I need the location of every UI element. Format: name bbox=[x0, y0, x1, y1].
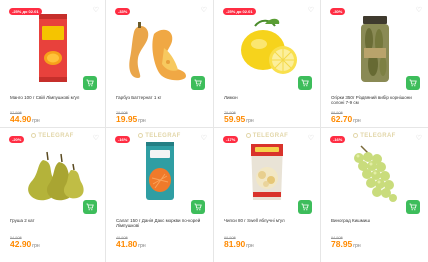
price: 81.90грн bbox=[224, 239, 254, 250]
heart-outline-icon[interactable]: ♡ bbox=[308, 7, 314, 14]
heart-outline-icon[interactable]: ♡ bbox=[308, 135, 314, 142]
product-name[interactable]: Груша 2 кат bbox=[10, 218, 99, 223]
product-name[interactable]: Чипси 80 г Swell яблучні м'ул bbox=[224, 218, 314, 223]
discount-badge: -16% bbox=[115, 136, 131, 143]
discount-badge: -33% bbox=[115, 8, 131, 15]
discount-badge: -25% до 02.01 bbox=[9, 8, 42, 15]
price: 19.95грн bbox=[116, 114, 146, 125]
cart-icon[interactable] bbox=[406, 200, 420, 214]
heart-outline-icon[interactable]: ♡ bbox=[201, 135, 207, 142]
product-name[interactable]: Виноград Кишмиш bbox=[331, 218, 422, 223]
product-card-carrot-salad[interactable]: -16% ♡ TELEGRAF Салат 150 г Данія Дакс м… bbox=[106, 128, 214, 262]
product-card-apple-chips[interactable]: -17% ♡ TELEGRAF Чипси 80 г Swell яблучні… bbox=[214, 128, 321, 262]
product-card-grapes[interactable]: -16% ♡ TELEGRAF Виноград Кишмиш 94.90₴ 7… bbox=[321, 128, 428, 262]
price: 44.90грн bbox=[10, 114, 40, 125]
product-name[interactable]: Лимон bbox=[224, 95, 314, 100]
product-card-butternut-squash[interactable]: -33% ♡ Гарбуз Баттернат 1 кг 29.90₴ 19.9… bbox=[106, 0, 214, 128]
discount-badge: -30% bbox=[330, 8, 346, 15]
heart-outline-icon[interactable]: ♡ bbox=[416, 135, 422, 142]
cart-icon[interactable] bbox=[406, 76, 420, 90]
heart-outline-icon[interactable]: ♡ bbox=[93, 7, 99, 14]
cart-icon[interactable] bbox=[191, 200, 205, 214]
discount-badge: -20% bbox=[9, 136, 25, 143]
cart-icon[interactable] bbox=[298, 200, 312, 214]
product-name[interactable]: Огірки 350г Різдвяний вибір корнішони со… bbox=[331, 95, 422, 106]
product-name[interactable]: Гарбуз Баттернат 1 кг bbox=[116, 95, 207, 100]
cart-icon[interactable] bbox=[298, 76, 312, 90]
price: 41.80грн bbox=[116, 239, 146, 250]
product-grid: -25% до 02.01 ♡ Манго 100 г Свій Лімпушк… bbox=[0, 0, 428, 262]
price: 42.90грн bbox=[10, 239, 40, 250]
discount-badge: -17% bbox=[223, 136, 239, 143]
product-card-pears[interactable]: -20% ♡ TELEGRAF Груша 2 кат 54.90₴ 42.90… bbox=[0, 128, 106, 262]
heart-outline-icon[interactable]: ♡ bbox=[201, 7, 207, 14]
discount-badge: -16% bbox=[330, 136, 346, 143]
cart-icon[interactable] bbox=[191, 76, 205, 90]
product-card-lemon[interactable]: -25% до 02.01 ♡ Лимон 79.90₴ 59.95грн bbox=[214, 0, 321, 128]
cart-icon[interactable] bbox=[83, 200, 97, 214]
product-card-pickles[interactable]: -30% ♡ Огірки 350г Різдвяний вибір корні… bbox=[321, 0, 428, 128]
heart-outline-icon[interactable]: ♡ bbox=[93, 135, 99, 142]
heart-outline-icon[interactable]: ♡ bbox=[416, 7, 422, 14]
cart-icon[interactable] bbox=[83, 76, 97, 90]
product-name[interactable]: Салат 150 г Данія Дакс моркви по-корей Л… bbox=[116, 218, 207, 229]
product-card-mango[interactable]: -25% до 02.01 ♡ Манго 100 г Свій Лімпушк… bbox=[0, 0, 106, 128]
product-name[interactable]: Манго 100 г Свій Лімпушкові м'ул bbox=[10, 95, 99, 100]
discount-badge: -25% до 02.01 bbox=[223, 8, 256, 15]
price: 59.95грн bbox=[224, 114, 254, 125]
price: 78.95грн bbox=[331, 239, 361, 250]
price: 62.70грн bbox=[331, 114, 361, 125]
